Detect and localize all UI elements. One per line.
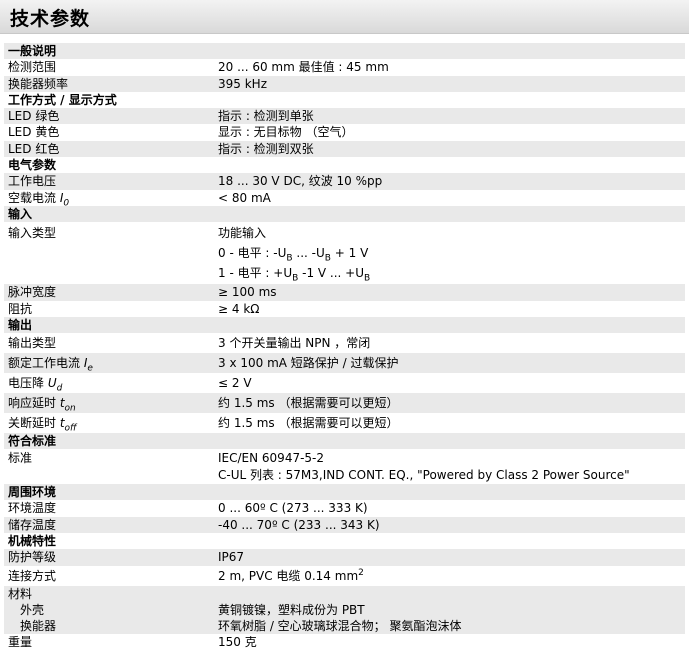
row-housing: 外壳 黄铜镀镍，塑料成份为 PBT (4, 601, 685, 619)
row-output-type: 输出类型 3 个开关量输出 NPN ，常闭 (8, 336, 371, 351)
row-ambient-temperature: 环境温度 0 ... 60º C (273 ... 333 K) (8, 501, 368, 516)
row-transducer-frequency: 换能器频率 395 kHz (4, 75, 685, 92)
section-general: 一般说明 (4, 43, 685, 60)
section-mode: 工作方式 / 显示方式 (8, 92, 117, 107)
row-voltage-drop: 电压降 Ud ≤ 2 V (8, 376, 252, 394)
row-impedance: 阻抗 ≥ 4 kΩ (8, 301, 260, 316)
section-input: 输入 (4, 205, 685, 223)
row-led-yellow: LED 黄色 显示 : 无目标物 （空气） (8, 125, 354, 140)
spec-table: 一般说明 检测范围 20 ... 60 mm 最佳值 : 45 mm 换能器频率… (4, 43, 685, 651)
section-output: 输出 (4, 316, 685, 334)
row-weight: 重量 150 克 (8, 635, 257, 650)
section-ambient: 周围环境 (4, 484, 685, 501)
row-led-red: LED 红色 指示 : 检测到双张 (4, 140, 685, 158)
page-title: 技术参数 (0, 0, 689, 34)
row-switch-on-delay: 响应延时 ton 约 1.5 ms （根据需要可以更短） (4, 393, 685, 414)
row-detection-range: 检测范围 20 ... 60 mm 最佳值 : 45 mm (8, 60, 389, 75)
row-transducer-material: 换能器 环氧树脂 / 空心玻璃球混合物； 聚氨酯泡沫体 (4, 618, 685, 635)
row-input-type: 输入类型 功能输入 0 - 电平 : -UB ... -UB + 1 V 1 -… (8, 226, 371, 284)
row-material: 材料 (4, 585, 685, 602)
section-conformity: 符合标准 (4, 433, 685, 450)
row-protection-degree: 防护等级 IP67 (4, 549, 685, 566)
section-electrical: 电气参数 (8, 158, 57, 173)
row-switch-off-delay: 关断延时 toff 约 1.5 ms （根据需要可以更短） (8, 416, 399, 434)
row-pulse-width: 脉冲宽度 ≥ 100 ms (4, 284, 685, 301)
row-storage-temperature: 储存温度 -40 ... 70º C (233 ... 343 K) (4, 516, 685, 533)
row-operating-voltage: 工作电压 18 ... 30 V DC, 纹波 10 %pp (4, 173, 685, 190)
section-mechanical: 机械特性 (8, 533, 57, 548)
row-led-green: LED 绿色 指示 : 检测到单张 (4, 108, 685, 125)
row-no-load-current: 空载电流 I0 < 80 mA (8, 190, 271, 209)
row-connection: 连接方式 2 m, PVC 电缆 0.14 mm2 (8, 567, 364, 583)
row-standard: 标准 IEC/EN 60947-5-2 C-UL 列表 : 57M3,IND C… (8, 451, 630, 482)
row-rated-current: 额定工作电流 Ie 3 x 100 mA 短路保护 / 过载保护 (4, 353, 685, 374)
